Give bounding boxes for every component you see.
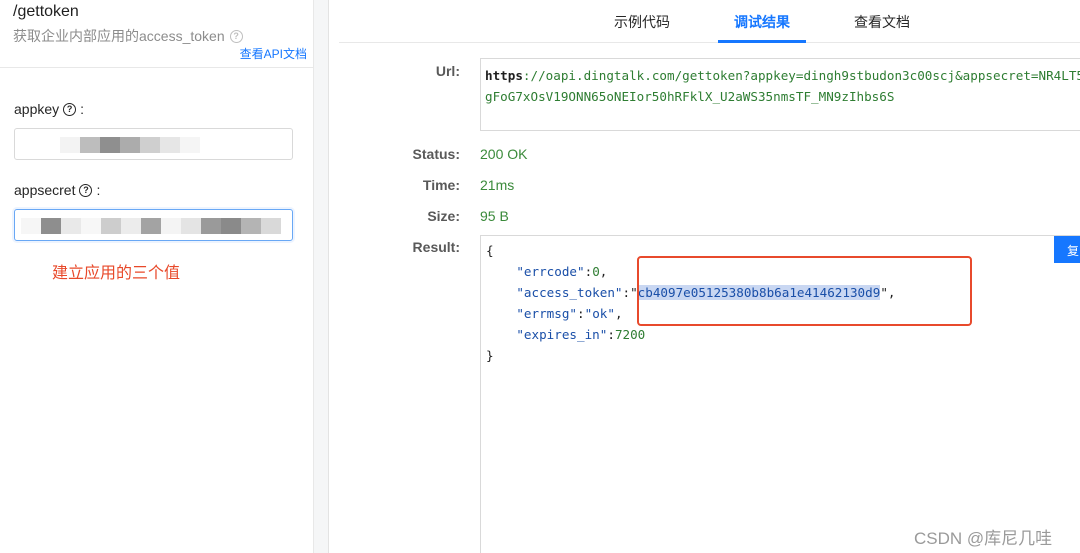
appkey-label: appkey ? : bbox=[14, 101, 85, 117]
api-description: 获取企业内部应用的access_token ? bbox=[13, 26, 243, 46]
url-label: Url: bbox=[435, 63, 460, 79]
tab-debug-result[interactable]: 调试结果 bbox=[734, 12, 790, 32]
help-icon[interactable]: ? bbox=[79, 183, 93, 197]
url-rest: ://oapi.dingtalk.com/gettoken?appkey=din… bbox=[485, 68, 1080, 104]
panel-divider[interactable] bbox=[314, 0, 329, 553]
status-value: 200 OK bbox=[480, 146, 528, 162]
time-label: Time: bbox=[422, 177, 460, 193]
help-icon[interactable]: ? bbox=[229, 29, 243, 43]
json-value: 7200 bbox=[614, 327, 646, 342]
annotation-highlight-box bbox=[637, 256, 972, 326]
size-value: 95 B bbox=[480, 208, 509, 224]
api-header: /gettoken 获取企业内部应用的access_token ? 查看API文… bbox=[0, 0, 313, 68]
tab-view-docs[interactable]: 查看文档 bbox=[854, 12, 910, 32]
redacted-mosaic bbox=[60, 137, 200, 153]
time-value: 21ms bbox=[480, 177, 515, 193]
appkey-label-text: appkey bbox=[14, 101, 60, 117]
result-label: Result: bbox=[412, 239, 460, 255]
result-tabs bbox=[339, 0, 1080, 43]
json-key: "expires_in" bbox=[516, 327, 608, 342]
copy-button[interactable]: 复 bbox=[1054, 236, 1080, 263]
json-value: 0 bbox=[592, 264, 600, 279]
json-close-brace: } bbox=[486, 348, 494, 363]
appsecret-label: appsecret ? : bbox=[14, 182, 101, 198]
request-panel: /gettoken 获取企业内部应用的access_token ? 查看API文… bbox=[0, 0, 314, 553]
api-description-text: 获取企业内部应用的access_token bbox=[13, 28, 225, 44]
json-key: "errcode" bbox=[516, 264, 585, 279]
url-scheme: https bbox=[485, 68, 523, 83]
json-value: "ok" bbox=[584, 306, 615, 321]
request-url[interactable]: https://oapi.dingtalk.com/gettoken?appke… bbox=[480, 58, 1080, 131]
api-path: /gettoken bbox=[13, 3, 79, 20]
json-key: "access_token" bbox=[516, 285, 623, 300]
appsecret-input[interactable] bbox=[14, 209, 293, 241]
status-label: Status: bbox=[412, 146, 460, 162]
watermark: CSDN @库尼几哇 bbox=[914, 529, 1053, 548]
size-label: Size: bbox=[427, 208, 460, 224]
active-tab-indicator bbox=[718, 40, 806, 43]
json-key: "errmsg" bbox=[516, 306, 578, 321]
view-api-doc-link[interactable]: 查看API文档 bbox=[240, 45, 307, 62]
appkey-input[interactable] bbox=[14, 128, 293, 160]
redacted-mosaic bbox=[21, 218, 281, 234]
appsecret-label-text: appsecret bbox=[14, 182, 76, 198]
json-row-expires-in: "expires_in":7200 bbox=[516, 327, 646, 342]
annotation-note: 建立应用的三个值 bbox=[52, 265, 181, 282]
tab-sample-code[interactable]: 示例代码 bbox=[614, 12, 670, 32]
help-icon[interactable]: ? bbox=[63, 102, 77, 116]
